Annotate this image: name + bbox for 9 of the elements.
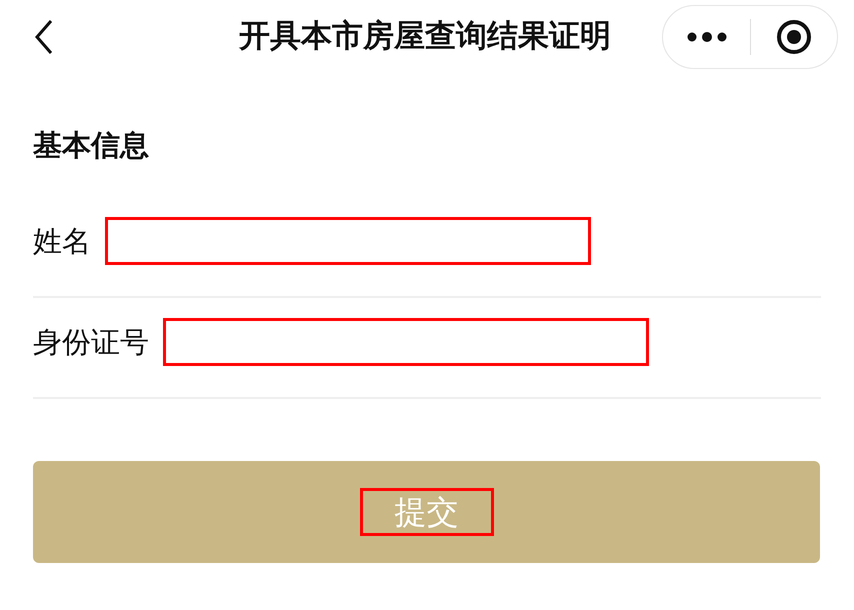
submit-button[interactable]: 提交 — [33, 461, 820, 563]
input-field[interactable] — [163, 318, 649, 366]
field-label: 姓名 — [33, 223, 91, 260]
field-label: 身份证号 — [33, 324, 149, 361]
input-field[interactable] — [105, 217, 591, 265]
target-icon — [776, 19, 812, 55]
page-title: 开具本市房屋查询结果证明 — [238, 17, 612, 56]
section-title: 基本信息 — [33, 127, 150, 164]
more-icon — [686, 32, 726, 42]
